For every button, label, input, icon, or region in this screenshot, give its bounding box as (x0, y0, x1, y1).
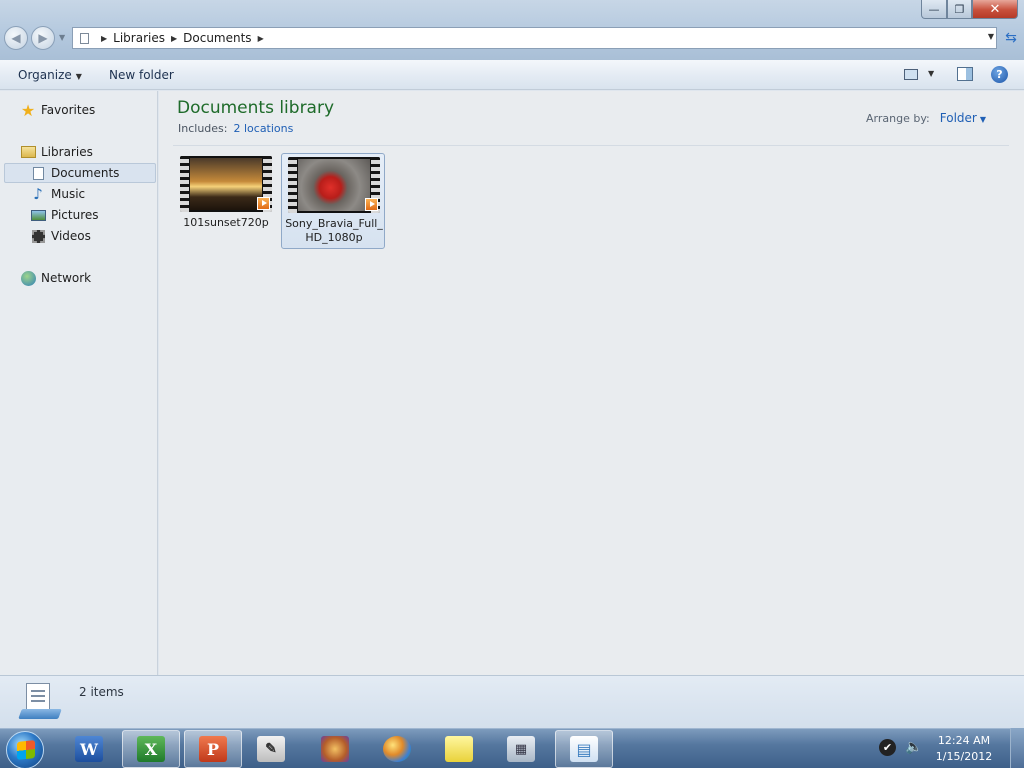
paint-palette-icon (383, 736, 411, 762)
nav-videos-label: Videos (51, 229, 91, 243)
play-overlay-icon (365, 198, 378, 211)
documents-icon (30, 165, 46, 181)
volume-icon[interactable]: 🔈 (905, 739, 922, 755)
includes-locations-link[interactable]: 2 locations (233, 122, 293, 135)
excel-icon: X (137, 736, 165, 762)
breadcrumb-libraries[interactable]: Libraries (113, 31, 165, 45)
clock-time: 12:24 AM (937, 734, 991, 747)
taskbar-media[interactable] (306, 730, 364, 768)
nav-pictures-label: Pictures (51, 208, 99, 222)
taskbar-powerpoint[interactable]: P (184, 730, 242, 768)
media-icon (321, 736, 349, 762)
nav-libraries[interactable]: Libraries (20, 142, 93, 162)
nav-music-label: Music (51, 187, 86, 201)
file-name: 101sunset720p (183, 216, 269, 229)
arrange-by: Arrange by: Folder ▼ (866, 111, 986, 125)
address-history-dropdown[interactable]: ▼ (988, 32, 994, 41)
video-thumbnail-splash (288, 157, 380, 213)
taskbar-journal[interactable]: ✎ (242, 730, 300, 768)
organize-label: Organize (18, 68, 72, 82)
nav-network-label: Network (41, 271, 92, 285)
file-item-selected[interactable]: Sony_Bravia_Full_HD_1080p (281, 153, 385, 249)
library-includes: Includes: 2 locations (178, 122, 293, 135)
arrange-by-label: Arrange by: (866, 112, 930, 125)
nav-documents[interactable]: Documents (4, 163, 156, 183)
taskbar-sticky-notes[interactable] (430, 730, 488, 768)
video-thumbnail-sunset (180, 156, 272, 212)
pictures-icon (30, 207, 46, 223)
nav-music[interactable]: ♪ Music (30, 184, 85, 204)
word-icon: W (75, 736, 103, 762)
sticky-notes-icon (445, 736, 473, 762)
system-clock[interactable]: 12:24 AM 1/15/2012 (932, 733, 996, 765)
breadcrumb-documents[interactable]: Documents (183, 31, 251, 45)
calculator-icon: ▦ (507, 736, 535, 762)
forward-button[interactable]: ▶ (31, 26, 55, 50)
details-pane: 2 items (0, 675, 1024, 728)
header-divider (173, 145, 1009, 146)
nav-favorites-label: Favorites (41, 103, 96, 117)
window-controls: — ❐ ✕ (921, 0, 1018, 19)
maximize-button[interactable]: ❐ (947, 0, 972, 19)
breadcrumb-separator-icon[interactable]: ▶ (258, 34, 264, 43)
taskbar-excel[interactable]: X (122, 730, 180, 768)
includes-label: Includes: (178, 122, 228, 135)
taskbar-paint[interactable] (368, 730, 426, 768)
music-note-icon: ♪ (33, 185, 43, 203)
action-center-icon[interactable]: ✔ (879, 739, 896, 756)
address-bar[interactable]: ▶ Libraries ▶ Documents ▶ ▼ (72, 27, 997, 49)
preview-pane-icon[interactable] (957, 67, 973, 81)
start-button[interactable] (6, 731, 44, 768)
view-options-dropdown[interactable]: ▼ (928, 69, 934, 78)
recent-pages-dropdown[interactable]: ▼ (59, 33, 65, 42)
clock-date: 1/15/2012 (935, 750, 993, 763)
show-desktop-button[interactable] (1010, 728, 1024, 768)
back-arrow-icon: ◀ (11, 31, 21, 45)
refresh-icon[interactable]: ⇆ (1001, 28, 1021, 48)
navigation-pane: ★ Favorites Libraries Documents ♪ Music … (0, 91, 158, 675)
breadcrumb-separator-icon[interactable]: ▶ (171, 34, 177, 43)
organize-button[interactable]: Organize ▼ (18, 68, 82, 82)
file-list-pane: Documents library Includes: 2 locations A… (159, 91, 1024, 675)
nav-network[interactable]: Network (20, 268, 91, 288)
forward-arrow-icon: ▶ (38, 31, 48, 45)
taskbar: W X P ✎ ▦ ▤ (0, 728, 1024, 768)
film-icon (30, 228, 46, 244)
explorer-library-icon: ▤ (570, 736, 598, 762)
help-icon[interactable]: ? (991, 66, 1008, 83)
item-count: 2 items (79, 685, 124, 699)
powerpoint-icon: P (199, 736, 227, 762)
taskbar-word[interactable]: W (60, 730, 118, 768)
nav-libraries-label: Libraries (41, 145, 93, 159)
change-view-icon[interactable] (904, 69, 918, 80)
file-name: Sony_Bravia_Full_HD_1080p (285, 217, 383, 244)
nav-favorites[interactable]: ★ Favorites (20, 100, 95, 120)
file-item[interactable]: 101sunset720p (174, 153, 278, 249)
library-documents-icon (18, 681, 62, 723)
taskbar-calculator[interactable]: ▦ (492, 730, 550, 768)
back-button[interactable]: ◀ (4, 26, 28, 50)
nav-pictures[interactable]: Pictures (30, 205, 99, 225)
command-bar: Organize ▼ New folder (0, 60, 1024, 90)
windows-logo-icon (17, 740, 35, 760)
breadcrumb-separator-icon[interactable]: ▶ (101, 34, 107, 43)
network-globe-icon (20, 270, 36, 286)
new-folder-button[interactable]: New folder (109, 68, 174, 82)
taskbar-explorer[interactable]: ▤ (555, 730, 613, 768)
chevron-down-icon: ▼ (75, 72, 82, 81)
journal-icon: ✎ (257, 736, 285, 762)
nav-videos[interactable]: Videos (30, 226, 91, 246)
address-library-icon (73, 28, 95, 48)
library-title: Documents library (177, 98, 335, 118)
play-overlay-icon (257, 197, 270, 210)
chevron-down-icon[interactable]: ▼ (980, 115, 986, 124)
minimize-button[interactable]: — (921, 0, 947, 19)
nav-documents-label: Documents (51, 166, 120, 180)
star-icon: ★ (20, 100, 36, 120)
arrange-by-dropdown[interactable]: Folder (940, 111, 977, 125)
library-icon (20, 144, 36, 160)
close-button[interactable]: ✕ (972, 0, 1018, 19)
